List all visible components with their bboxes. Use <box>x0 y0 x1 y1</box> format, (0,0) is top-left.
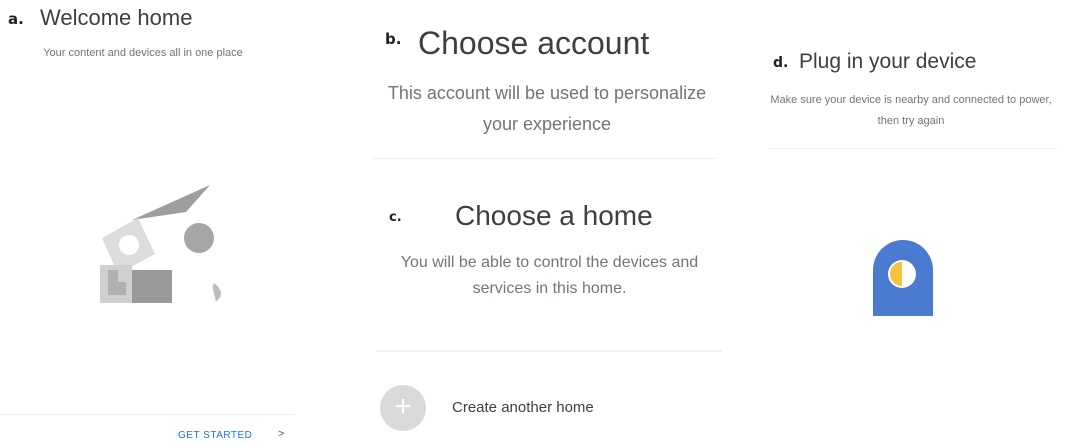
panel-label-b: b. <box>385 30 402 48</box>
panel-label-c: c. <box>389 210 402 225</box>
get-started-button[interactable]: GET STARTED <box>178 430 252 441</box>
choose-home-subtitle: You will be able to control the devices … <box>400 254 699 298</box>
choose-home-screen: c. Choose a home You will be able to con… <box>372 170 727 446</box>
dark-block-shape <box>132 270 172 303</box>
divider <box>377 350 722 352</box>
home-shapes-illustration <box>100 185 222 303</box>
divider <box>768 148 1058 149</box>
smart-plug-icon <box>873 240 933 316</box>
create-home-label[interactable]: Create another home <box>452 399 594 416</box>
welcome-subtitle: Your content and devices all in one plac… <box>43 47 243 59</box>
welcome-home-screen: a. Welcome home Your content and devices… <box>0 0 295 446</box>
choose-account-title: Choose account <box>418 25 650 61</box>
plus-icon[interactable]: + <box>380 385 426 431</box>
plug-in-title: Plug in your device <box>799 50 977 73</box>
panel-label-d: d. <box>773 55 789 71</box>
gray-circle-shape <box>184 223 214 253</box>
create-another-home-item[interactable]: + Create another home <box>377 385 707 431</box>
plug-in-subtitle: Make sure your device is nearby and conn… <box>770 94 1052 127</box>
choose-account-subtitle: This account will be used to personalize… <box>387 83 707 134</box>
welcome-title: Welcome home <box>40 5 193 30</box>
white-circle-shape <box>119 235 139 255</box>
choose-home-title: Choose a home <box>455 200 653 231</box>
panel-label-a: a. <box>8 10 24 28</box>
chevron-right-icon[interactable]: > <box>278 428 284 440</box>
triangle-shape <box>132 185 210 220</box>
footer-divider <box>0 414 295 415</box>
divider <box>372 158 717 159</box>
plug-in-device-screen: d. Plug in your device Make sure your de… <box>760 0 1070 446</box>
leaf-shape <box>212 285 222 302</box>
choose-account-screen: b. Choose account This account will be u… <box>372 0 717 170</box>
